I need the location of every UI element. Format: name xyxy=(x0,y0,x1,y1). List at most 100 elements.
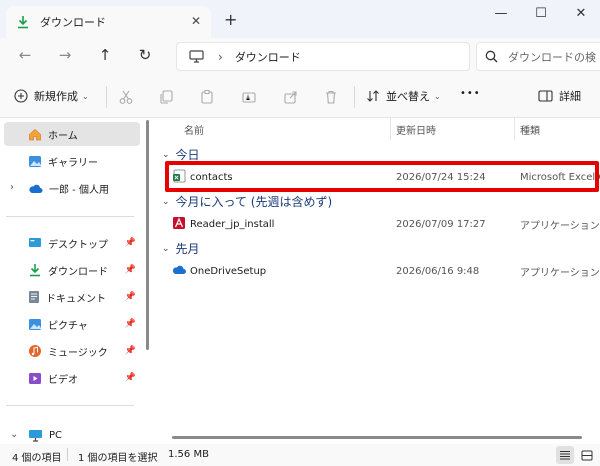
divider xyxy=(6,216,134,217)
sort-label: 並べ替え xyxy=(386,90,430,103)
music-icon xyxy=(29,345,41,357)
address-bar[interactable]: › ダウンロード xyxy=(176,42,470,71)
cut-icon[interactable] xyxy=(115,86,137,108)
selection-count: 1 個の項目を選択 xyxy=(78,453,158,464)
sidebar-item-label: ダウンロード xyxy=(48,266,108,278)
file-date: 2026/07/09 17:27 xyxy=(396,218,486,230)
column-divider[interactable] xyxy=(390,118,391,140)
pin-icon: 📌 xyxy=(124,238,136,248)
sidebar-item-label: ピクチャ xyxy=(48,320,88,332)
file-name: OneDriveSetup xyxy=(190,265,267,277)
search-input[interactable]: ダウンロードの検 xyxy=(508,49,596,65)
file-type: アプリケーション xyxy=(520,267,600,279)
group-header-last-month[interactable]: ⌄ 先月 xyxy=(162,240,200,257)
delete-icon[interactable] xyxy=(320,86,342,108)
gallery-icon xyxy=(29,155,41,167)
download-icon xyxy=(30,264,40,277)
selection-highlight-box xyxy=(165,161,599,192)
search-box[interactable]: ダウンロードの検 xyxy=(476,42,600,71)
sort-indicator-icon: ⌃ xyxy=(450,118,458,124)
pin-icon: 📌 xyxy=(124,346,136,356)
horizontal-scrollbar[interactable] xyxy=(172,436,582,439)
pin-icon: 📌 xyxy=(124,292,136,302)
forward-button[interactable]: → xyxy=(54,46,76,64)
new-tab-button[interactable]: + xyxy=(224,10,237,29)
sidebar-item-pictures[interactable]: ピクチャ 📌 xyxy=(0,312,140,336)
minimize-button[interactable]: — xyxy=(486,6,516,21)
pin-icon: 📌 xyxy=(124,373,136,383)
new-button[interactable]: 新規作成 ⌄ xyxy=(14,88,89,104)
chevron-down-icon: ⌄ xyxy=(82,91,89,101)
breadcrumb-separator: › xyxy=(218,49,223,64)
onedrive-icon xyxy=(172,265,186,274)
chevron-down-icon: ⌄ xyxy=(162,149,170,160)
file-type: アプリケーション xyxy=(520,220,600,232)
column-header-name[interactable]: 名前 xyxy=(184,122,204,137)
rename-icon[interactable] xyxy=(238,86,260,108)
pictures-icon xyxy=(29,318,41,330)
sidebar-item-label: ビデオ xyxy=(48,374,78,386)
plus-circle-icon xyxy=(14,89,28,103)
search-icon xyxy=(485,50,498,63)
sidebar-item-downloads[interactable]: ダウンロード 📌 xyxy=(0,258,140,282)
tiles-view-icon xyxy=(581,450,593,460)
command-bar: 新規作成 ⌄ 並べ替え ⌄ ••• 詳細 xyxy=(0,76,600,118)
divider xyxy=(67,448,68,461)
sidebar-item-label: ギャラリー xyxy=(48,157,98,169)
pc-icon xyxy=(29,429,42,442)
selection-size: 1.56 MB xyxy=(168,449,209,460)
document-icon xyxy=(29,291,39,303)
navigation-pane: ホーム ギャラリー › 一郎 - 個人用 デスクトップ 📌 ダウンロード 📌 ド… xyxy=(0,118,150,444)
up-button[interactable]: ↑ xyxy=(94,46,116,64)
copy-icon[interactable] xyxy=(155,86,177,108)
sidebar-item-videos[interactable]: ビデオ 📌 xyxy=(0,366,140,390)
sidebar-item-music[interactable]: ミュージック 📌 xyxy=(0,339,140,363)
sort-icon xyxy=(367,90,379,102)
share-icon[interactable] xyxy=(280,86,302,108)
column-header-type[interactable]: 種類 xyxy=(520,122,540,137)
status-bar: 4 個の項目 1 個の項目を選択 1.56 MB xyxy=(0,444,600,466)
chevron-down-icon: ⌄ xyxy=(434,91,441,101)
sidebar-item-label: PC xyxy=(49,429,63,441)
column-divider[interactable] xyxy=(514,118,515,140)
divider xyxy=(6,405,134,406)
chevron-down-icon: ⌄ xyxy=(162,243,170,254)
chevron-down-icon: ⌄ xyxy=(162,196,170,207)
table-row[interactable]: OneDriveSetup 2026/06/16 9:48 アプリケーション xyxy=(168,260,600,282)
item-count: 4 個の項目 xyxy=(12,453,62,464)
cloud-icon xyxy=(29,184,43,193)
group-header-this-month[interactable]: ⌄ 今月に入って (先週は含めず) xyxy=(162,193,332,210)
details-view-button[interactable] xyxy=(556,446,574,464)
video-icon xyxy=(29,372,41,384)
pin-icon: 📌 xyxy=(124,265,136,275)
download-icon xyxy=(18,16,28,29)
more-options-button[interactable]: ••• xyxy=(460,88,481,99)
paste-icon[interactable] xyxy=(196,86,218,108)
adobe-installer-icon xyxy=(173,217,185,229)
maximize-button[interactable]: ☐ xyxy=(526,6,556,21)
tab-close-icon[interactable]: ✕ xyxy=(191,14,201,28)
refresh-button[interactable]: ↻ xyxy=(134,46,156,64)
divider xyxy=(354,86,355,108)
sidebar-scrollbar[interactable] xyxy=(146,120,149,350)
desktop-icon xyxy=(29,238,41,247)
sidebar-item-label: ドキュメント xyxy=(46,293,106,305)
tiles-view-button[interactable] xyxy=(578,446,596,464)
sidebar-item-documents[interactable]: ドキュメント 📌 xyxy=(0,285,140,309)
sort-button[interactable]: 並べ替え ⌄ xyxy=(366,88,441,104)
back-button[interactable]: ← xyxy=(14,46,36,64)
sidebar-item-gallery[interactable]: ギャラリー xyxy=(0,149,140,173)
file-date: 2026/06/16 9:48 xyxy=(396,265,480,277)
details-pane-button[interactable]: 詳細 xyxy=(538,88,581,104)
navigation-bar: ← → ↑ ↻ › ダウンロード ダウンロードの検 xyxy=(0,38,600,76)
sidebar-item-desktop[interactable]: デスクトップ 📌 xyxy=(0,231,140,255)
sidebar-item-home[interactable]: ホーム xyxy=(4,122,140,146)
breadcrumb-downloads[interactable]: ダウンロード xyxy=(235,49,301,65)
tab-downloads[interactable]: ダウンロード ✕ xyxy=(6,6,211,38)
file-name: Reader_jp_install xyxy=(190,218,275,230)
sidebar-item-label: 一郎 - 個人用 xyxy=(49,184,109,196)
sidebar-item-onedrive[interactable]: 一郎 - 個人用 xyxy=(0,176,140,200)
column-header-date[interactable]: 更新日時 xyxy=(396,122,436,137)
table-row[interactable]: Reader_jp_install 2026/07/09 17:27 アプリケー… xyxy=(168,213,600,235)
close-window-button[interactable]: ✕ xyxy=(566,6,596,21)
